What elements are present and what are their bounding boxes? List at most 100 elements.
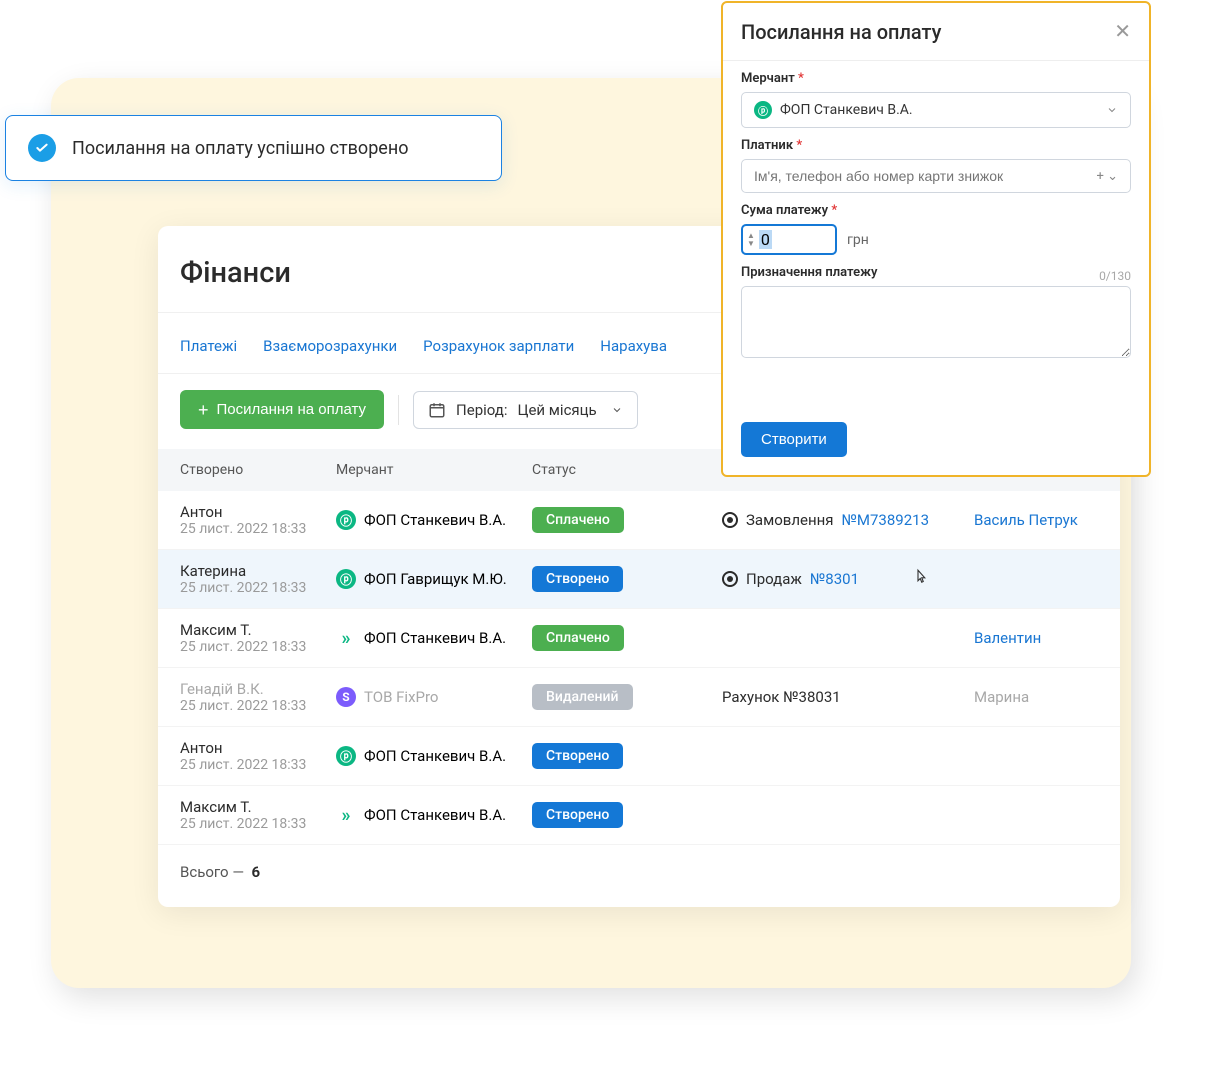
status-badge: Створено [532,802,623,828]
payer-field: Платник * + ⌄ [723,128,1149,193]
cell-merchant: »ФОП Станкевич В.А. [336,628,532,648]
cell-created: Максим Т.25 лист. 2022 18:33 [180,798,336,832]
calendar-icon [428,401,446,419]
status-badge: Сплачено [532,507,624,533]
cell-merchant: SТОВ FixPro [336,687,532,707]
amount-field: Сума платежу * ▲ ▼ 0 грн [723,193,1149,255]
col-merchant: Мерчант [336,462,532,478]
table-row[interactable]: Максим Т.25 лист. 2022 18:33»ФОП Станкев… [158,609,1120,668]
merchant-arrows-icon: » [336,628,356,648]
client-link[interactable]: Валентин [974,629,1041,647]
payment-link-modal: Посилання на оплату ✕ Мерчант * ⓟ ФОП Ст… [721,1,1151,477]
table-row[interactable]: Генадій В.К.25 лист. 2022 18:33SТОВ FixP… [158,668,1120,727]
tab-payments[interactable]: Платежі [180,337,237,355]
cell-created: Антон25 лист. 2022 18:33 [180,503,336,537]
purpose-label: Призначення платежу [741,265,877,280]
tab-accrual[interactable]: Нарахува [600,337,667,355]
cell-merchant: ⓟФОП Гаврищук М.Ю. [336,569,532,589]
col-status: Статус [532,462,722,478]
char-counter: 0/130 [1099,269,1131,283]
doc-type: Замовлення [746,511,833,529]
purpose-field: Призначення платежу 0/130 [723,255,1149,362]
modal-title: Посилання на оплату [741,20,941,44]
merchant-arrows-icon: » [336,805,356,825]
merchant-icon: ⓟ [754,101,772,119]
status-badge: Створено [532,566,623,592]
cell-merchant: ⓟФОП Станкевич В.А. [336,510,532,530]
merchant-s-icon: S [336,687,356,707]
amount-input[interactable]: 0 [759,230,772,249]
success-toast: Посилання на оплату успішно створено [5,115,502,181]
cell-client: Василь Петрук [974,511,1134,529]
cell-document: Продаж №8301 [722,570,974,588]
submit-button[interactable]: Створити [741,422,847,457]
payer-label: Платник * [741,138,1131,153]
col-created: Створено [180,462,336,478]
period-prefix: Період: [456,401,507,419]
create-button-label: Посилання на оплату [217,401,367,418]
cell-status: Видалений [532,684,722,710]
table-row[interactable]: Катерина25 лист. 2022 18:33ⓟФОП Гаврищук… [158,550,1120,609]
cell-client: Валентин [974,629,1134,647]
status-badge: Сплачено [532,625,624,651]
doc-link[interactable]: №8301 [810,570,859,588]
modal-footer: Створити [723,362,1149,457]
client-link[interactable]: Василь Петрук [974,511,1078,529]
cell-status: Створено [532,802,722,828]
payer-select[interactable]: + ⌄ [741,159,1131,193]
period-selector[interactable]: Період: Цей місяць [413,391,638,429]
totals-label: Всього — [180,863,244,881]
tab-settlements[interactable]: Взаєморозрахунки [263,337,397,355]
tab-salary[interactable]: Розрахунок зарплати [423,337,574,355]
cell-status: Створено [532,566,722,592]
merchant-field: Мерчант * ⓟ ФОП Станкевич В.А. [723,61,1149,128]
amount-input-wrapper: ▲ ▼ 0 [741,224,837,255]
cell-created: Катерина25 лист. 2022 18:33 [180,562,336,596]
chevron-down-icon [1106,104,1118,116]
merchant-value: ФОП Станкевич В.А. [780,102,913,118]
table-row[interactable]: Максим Т.25 лист. 2022 18:33»ФОП Станкев… [158,786,1120,845]
purpose-textarea[interactable] [741,286,1131,358]
check-icon [28,134,56,162]
payer-add-icon[interactable]: + ⌄ [1097,169,1119,184]
stepper: ▲ ▼ [747,232,755,248]
doc-type: Продаж [746,570,802,588]
merchant-icon: ⓟ [336,569,356,589]
cell-created: Максим Т.25 лист. 2022 18:33 [180,621,336,655]
radio-icon [722,512,738,528]
modal-header: Посилання на оплату ✕ [723,3,1149,61]
totals: Всього — 6 [158,845,1120,887]
cell-status: Сплачено [532,507,722,533]
cell-status: Сплачено [532,625,722,651]
amount-label: Сума платежу * [741,203,1131,218]
merchant-icon: ⓟ [336,746,356,766]
cell-document: Замовлення №M7389213 [722,511,974,529]
status-badge: Створено [532,743,623,769]
step-down-icon[interactable]: ▼ [747,240,755,248]
doc-plain: Рахунок №38031 [722,688,841,706]
status-badge: Видалений [532,684,633,710]
cell-merchant: ⓟФОП Станкевич В.А. [336,746,532,766]
close-icon[interactable]: ✕ [1114,19,1131,44]
period-value: Цей місяць [518,401,597,419]
cell-created: Генадій В.К.25 лист. 2022 18:33 [180,680,336,714]
divider [398,395,399,425]
client-text: Марина [974,688,1029,706]
totals-count: 6 [252,863,261,881]
chevron-down-icon [611,404,623,416]
toast-message: Посилання на оплату успішно створено [72,138,409,159]
cell-created: Антон25 лист. 2022 18:33 [180,739,336,773]
radio-icon [722,571,738,587]
table-row[interactable]: Антон25 лист. 2022 18:33ⓟФОП Станкевич В… [158,491,1120,550]
create-payment-link-button[interactable]: + Посилання на оплату [180,390,384,429]
merchant-select[interactable]: ⓟ ФОП Станкевич В.А. [741,92,1131,128]
payer-input[interactable] [754,168,1097,184]
cursor-icon [912,568,930,586]
table-row[interactable]: Антон25 лист. 2022 18:33ⓟФОП Станкевич В… [158,727,1120,786]
merchant-label: Мерчант * [741,71,1131,86]
merchant-icon: ⓟ [336,510,356,530]
cell-status: Створено [532,743,722,769]
cell-document: Рахунок №38031 [722,688,974,706]
currency-label: грн [847,232,869,248]
doc-link[interactable]: №M7389213 [841,511,929,529]
